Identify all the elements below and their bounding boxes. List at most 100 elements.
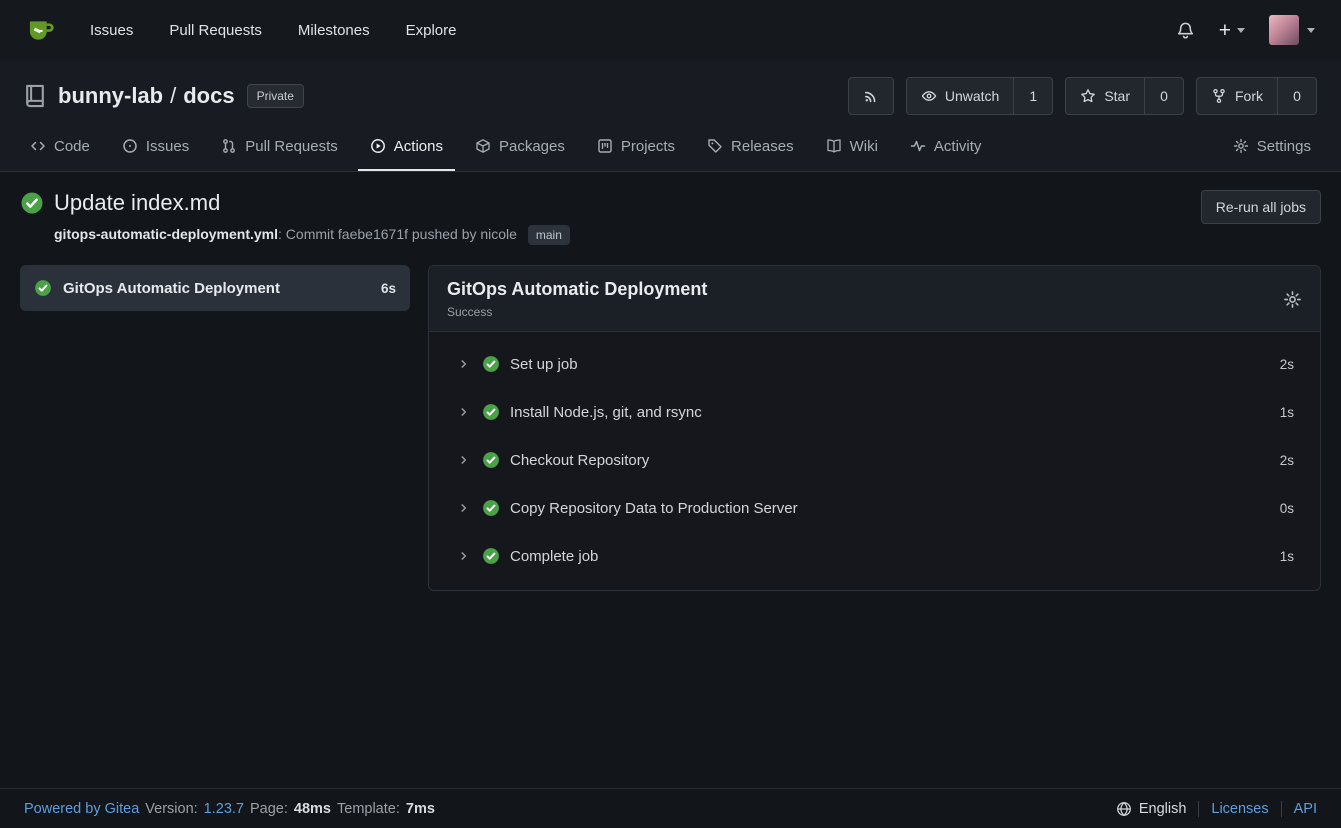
notifications-bell-icon[interactable] [1176, 21, 1195, 40]
step-name: Install Node.js, git, and rsync [510, 404, 1270, 421]
run-success-check-icon [20, 191, 44, 215]
chevron-right-icon [457, 357, 471, 371]
rss-icon [863, 88, 879, 104]
watchers-count[interactable]: 1 [1013, 77, 1053, 115]
tab-pull-requests[interactable]: Pull Requests [209, 123, 350, 171]
star-button-group: Star 0 [1065, 77, 1184, 115]
step-success-check-icon [482, 403, 500, 421]
top-navbar: Issues Pull Requests Milestones Explore … [0, 0, 1341, 60]
page-time-value: 48ms [294, 801, 331, 817]
globe-icon [1116, 801, 1132, 817]
tab-projects[interactable]: Projects [585, 123, 687, 171]
rss-button[interactable] [848, 77, 894, 115]
tab-label: Actions [394, 138, 443, 155]
fork-icon [1211, 88, 1227, 104]
nav-link-explore[interactable]: Explore [388, 0, 475, 60]
step-row[interactable]: Complete job 1s [429, 532, 1320, 580]
step-row[interactable]: Set up job 2s [429, 340, 1320, 388]
watch-button-group: Unwatch 1 [906, 77, 1053, 115]
user-menu[interactable] [1269, 15, 1315, 45]
job-panel-title: GitOps Automatic Deployment [447, 279, 707, 300]
tab-packages[interactable]: Packages [463, 123, 577, 171]
tab-issues[interactable]: Issues [110, 123, 201, 171]
tab-label: Wiki [850, 138, 878, 155]
chevron-down-icon [1307, 28, 1315, 33]
step-name: Checkout Repository [510, 452, 1270, 469]
page-time-label: Page: [250, 801, 288, 817]
create-new-menu[interactable]: + [1219, 20, 1245, 41]
nav-link-issues[interactable]: Issues [72, 0, 151, 60]
tab-label: Settings [1257, 138, 1311, 155]
tab-label: Packages [499, 138, 565, 155]
workflow-file-name: gitops-automatic-deployment.yml [54, 226, 278, 242]
package-icon [475, 138, 491, 154]
tab-settings[interactable]: Settings [1221, 123, 1323, 171]
fork-button-group: Fork 0 [1196, 77, 1317, 115]
issue-icon [122, 138, 138, 154]
star-label: Star [1104, 88, 1130, 104]
footer-left: Powered by Gitea Version: 1.23.7 Page: 4… [24, 801, 435, 817]
star-button[interactable]: Star [1065, 77, 1145, 115]
tab-wiki[interactable]: Wiki [814, 123, 890, 171]
template-time-value: 7ms [406, 801, 435, 817]
gear-icon[interactable] [1283, 290, 1302, 309]
fork-label: Fork [1235, 88, 1263, 104]
step-list: Set up job 2s Install Node.js, git, and … [429, 332, 1320, 590]
chevron-right-icon [457, 501, 471, 515]
job-list-item[interactable]: GitOps Automatic Deployment 6s [20, 265, 410, 311]
footer-right: English Licenses API [1116, 801, 1317, 817]
step-duration: 2s [1280, 357, 1294, 372]
gitea-actions-page: Issues Pull Requests Milestones Explore … [0, 0, 1341, 828]
job-panel-header: GitOps Automatic Deployment Success [429, 266, 1320, 332]
unwatch-label: Unwatch [945, 88, 999, 104]
job-success-check-icon [34, 279, 52, 297]
chevron-right-icon [457, 453, 471, 467]
star-icon [1080, 88, 1096, 104]
footer-divider [1198, 801, 1199, 817]
step-row[interactable]: Copy Repository Data to Production Serve… [429, 484, 1320, 532]
fork-button[interactable]: Fork [1196, 77, 1278, 115]
unwatch-button[interactable]: Unwatch [906, 77, 1014, 115]
rerun-all-jobs-button[interactable]: Re-run all jobs [1201, 190, 1321, 224]
step-duration: 1s [1280, 549, 1294, 564]
step-duration: 0s [1280, 501, 1294, 516]
nav-link-milestones[interactable]: Milestones [280, 0, 388, 60]
job-panel-titles: GitOps Automatic Deployment Success [447, 279, 707, 319]
job-name: GitOps Automatic Deployment [63, 280, 370, 297]
tab-label: Code [54, 138, 90, 155]
nav-link-pull-requests[interactable]: Pull Requests [151, 0, 280, 60]
language-label: English [1139, 801, 1187, 817]
template-time-label: Template: [337, 801, 400, 817]
licenses-link[interactable]: Licenses [1211, 801, 1268, 817]
step-row[interactable]: Checkout Repository 2s [429, 436, 1320, 484]
step-name: Complete job [510, 548, 1270, 565]
book-icon [826, 138, 842, 154]
commit-info-text: : Commit faebe1671f pushed by nicole [278, 226, 517, 242]
branch-badge[interactable]: main [528, 225, 570, 245]
tab-actions[interactable]: Actions [358, 123, 455, 171]
api-link[interactable]: API [1294, 801, 1317, 817]
powered-by-gitea-link[interactable]: Powered by Gitea [24, 801, 139, 817]
project-board-icon [597, 138, 613, 154]
avatar [1269, 15, 1299, 45]
language-selector[interactable]: English [1116, 801, 1187, 817]
step-success-check-icon [482, 355, 500, 373]
tab-releases[interactable]: Releases [695, 123, 806, 171]
step-row[interactable]: Install Node.js, git, and rsync 1s [429, 388, 1320, 436]
forks-count[interactable]: 0 [1277, 77, 1317, 115]
chevron-right-icon [457, 405, 471, 419]
step-success-check-icon [482, 547, 500, 565]
tab-activity[interactable]: Activity [898, 123, 994, 171]
tab-label: Pull Requests [245, 138, 338, 155]
gitea-logo-icon[interactable] [24, 14, 58, 46]
settings-icon [1233, 138, 1249, 154]
repo-name-link[interactable]: docs [183, 83, 234, 109]
version-link[interactable]: 1.23.7 [204, 801, 244, 817]
job-list: GitOps Automatic Deployment 6s [20, 265, 410, 311]
pulse-icon [910, 138, 926, 154]
navbar-right: + [1176, 15, 1315, 45]
repository-icon [22, 83, 48, 109]
stars-count[interactable]: 0 [1144, 77, 1184, 115]
repo-owner-link[interactable]: bunny-lab [58, 83, 163, 109]
tab-code[interactable]: Code [18, 123, 102, 171]
